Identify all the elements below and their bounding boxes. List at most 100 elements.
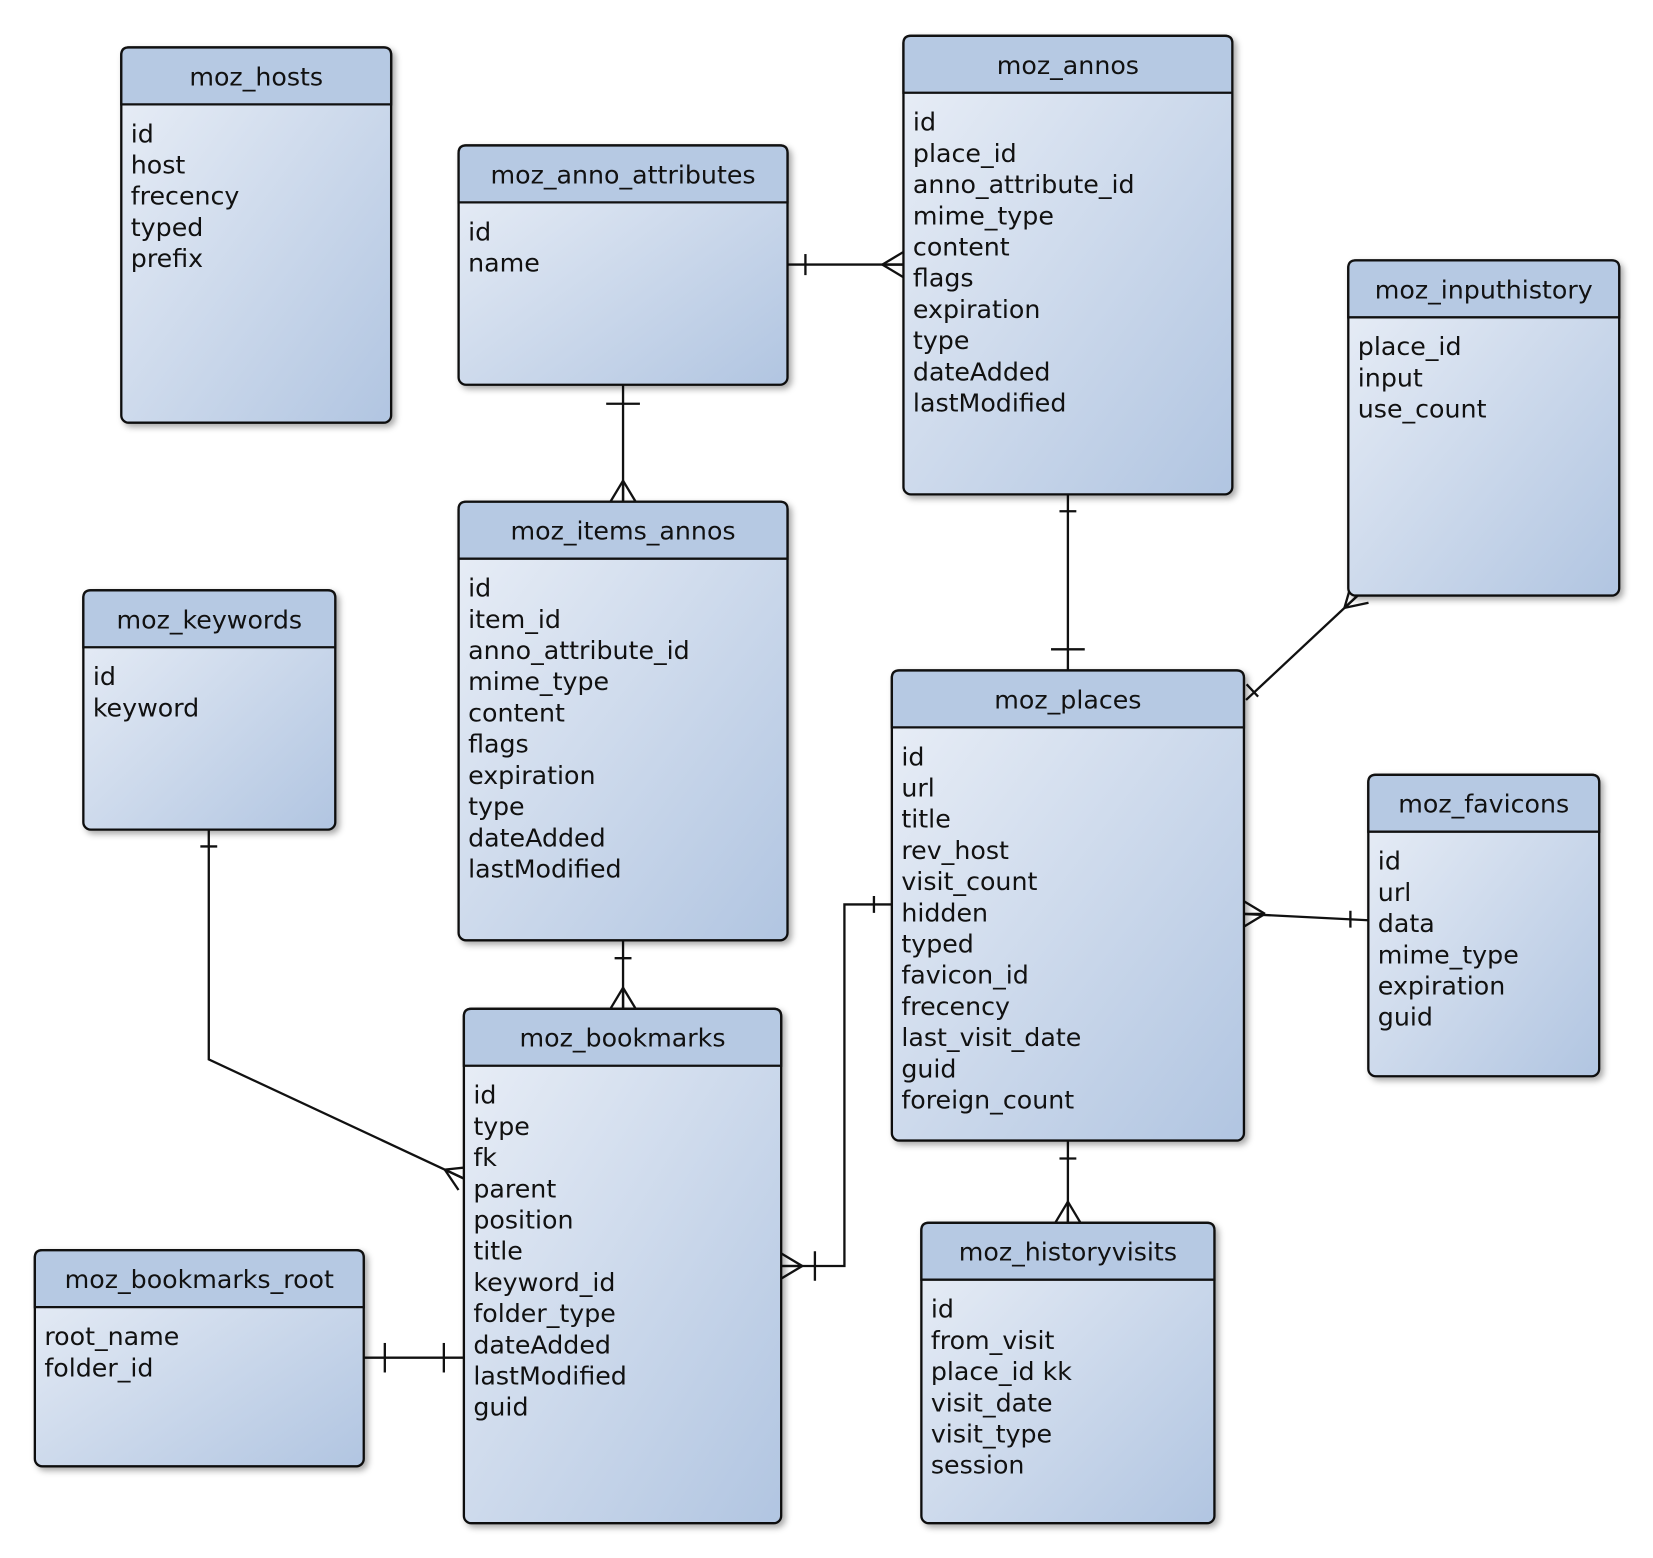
table-field: place_id — [1358, 332, 1462, 361]
table-field: name — [468, 249, 540, 278]
table-field: id — [473, 1081, 496, 1110]
table-moz-annos[interactable]: moz_annosidplace_idanno_attribute_idmime… — [902, 34, 1234, 496]
table-field: anno_attribute_id — [913, 170, 1135, 199]
table-title: moz_bookmarks_root — [65, 1265, 334, 1294]
table-field: keyword — [93, 693, 199, 722]
table-title: moz_places — [994, 685, 1141, 714]
table-field: type — [468, 792, 524, 821]
table-body — [462, 1007, 783, 1525]
table-moz-hosts[interactable]: moz_hostsid hostfrecencytypedprefix — [120, 46, 393, 424]
table-field: visit_type — [931, 1419, 1052, 1448]
table-field: folder_id — [44, 1353, 153, 1382]
table-field: content — [913, 233, 1010, 262]
table-title: moz_historyvisits — [959, 1238, 1177, 1267]
table-field: guid — [901, 1054, 956, 1083]
table-field: guid — [1378, 1003, 1433, 1032]
table-field: session — [931, 1451, 1025, 1480]
table-field: input — [1358, 363, 1423, 392]
table-title: moz_annos — [997, 51, 1139, 80]
table-moz-historyvisits[interactable]: moz_historyvisitsidfrom_visitplace_id kk… — [920, 1221, 1216, 1525]
table-field: frecency — [901, 992, 1010, 1021]
table-field: id — [931, 1295, 954, 1324]
table-field: mime_type — [468, 667, 609, 696]
cardinality-many-mark — [622, 480, 637, 503]
cardinality-many-mark — [881, 263, 905, 279]
table-title: moz_keywords — [117, 605, 303, 634]
table-moz-places[interactable]: moz_placesidurl titlerev_hostvisit_counth… — [890, 669, 1246, 1142]
table-field: title — [901, 805, 950, 834]
table-moz-anno-attributes[interactable]: moz_anno_attributesid name — [457, 144, 789, 386]
table-field: root_name — [44, 1322, 179, 1351]
table-field: lastModified — [913, 389, 1066, 418]
table-moz-keywords[interactable]: moz_keywordsidkeyword — [82, 589, 337, 831]
table-title: moz_anno_attributes — [490, 160, 755, 189]
table-field: anno_attribute_id — [468, 636, 690, 665]
table-field: host — [131, 151, 186, 180]
table-field: id — [131, 119, 154, 148]
table-field: dateAdded — [913, 357, 1051, 386]
table-field: typed — [901, 930, 974, 959]
table-field: expiration — [913, 295, 1040, 324]
table-field: id — [913, 108, 936, 137]
table-field: favicon_id — [901, 961, 1028, 990]
table-moz-items-annos[interactable]: moz_items_annosiditem_idanno_attribute_i… — [457, 500, 789, 942]
table-field: dateAdded — [468, 823, 606, 852]
table-field: title — [473, 1237, 522, 1266]
table-field: item_id — [468, 605, 561, 634]
table-field: place_id — [913, 139, 1017, 168]
table-field: from_visit — [931, 1326, 1055, 1355]
cardinality-many-mark — [780, 1252, 803, 1268]
cardinality-many-mark — [609, 480, 625, 503]
table-field: place_id kk — [931, 1357, 1072, 1386]
table-field: foreign_count — [901, 1086, 1074, 1115]
tables: moz_hostsidhostfrecencytypedprefixmoz_an… — [33, 34, 1621, 1525]
cardinality-many-mark — [1066, 1201, 1082, 1224]
table-moz-bookmarks[interactable]: moz_bookmarksidtypefkparentposition title… — [462, 1007, 783, 1525]
table-field: id — [468, 217, 491, 246]
table-field: mime_type — [1378, 940, 1519, 969]
table-field: lastModified — [468, 854, 621, 883]
table-field: flags — [468, 730, 529, 759]
cardinality-many-mark — [1243, 900, 1266, 915]
cardinality-many-mark — [780, 1265, 803, 1280]
table-field: url — [1378, 878, 1411, 907]
table-field: mime_type — [913, 201, 1054, 230]
table-field: use_count — [1358, 395, 1487, 424]
table-field: parent — [473, 1174, 556, 1203]
cardinality-many-mark — [622, 987, 637, 1010]
table-field: last_visit_date — [901, 1023, 1081, 1052]
table-moz-favicons[interactable]: moz_faviconsidurldatamime_typeexpiration… — [1367, 773, 1601, 1078]
table-field: url — [901, 773, 934, 802]
table-field: type — [473, 1112, 529, 1141]
table-field: guid — [473, 1393, 528, 1422]
table-field: position — [473, 1205, 573, 1234]
table-field: visit_count — [901, 867, 1037, 896]
cardinality-many-mark — [1054, 1201, 1069, 1224]
er-diagram: moz_hostsidhostfrecencytypedprefixmoz_an… — [33, 34, 1621, 1525]
table-field: folder_type — [473, 1299, 616, 1328]
relationship-line — [207, 829, 465, 1180]
relationship-line — [781, 903, 892, 1268]
table-field: typed — [131, 213, 204, 242]
table-field: hidden — [901, 898, 988, 927]
table-field: fk — [473, 1143, 497, 1172]
table-field: frecency — [131, 182, 240, 211]
table-field: expiration — [468, 761, 595, 790]
relationship-line — [1245, 592, 1361, 701]
table-title: moz_favicons — [1398, 790, 1569, 819]
table-field: id — [1378, 847, 1401, 876]
table-field: id — [468, 574, 491, 603]
table-field: id — [901, 742, 924, 771]
table-moz-inputhistory[interactable]: moz_inputhistory place_idinput use_count — [1347, 259, 1621, 597]
table-field: lastModified — [473, 1361, 626, 1390]
table-title: moz_items_annos — [510, 517, 735, 546]
cardinality-many-mark — [1243, 912, 1266, 928]
table-field: data — [1378, 909, 1435, 938]
cardinality-many-mark — [609, 987, 625, 1010]
table-title: moz_hosts — [189, 62, 323, 91]
table-field: content — [468, 698, 565, 727]
table-field: flags — [913, 264, 974, 293]
cardinality-many-mark — [881, 250, 905, 266]
table-moz-bookmarks-root[interactable]: moz_bookmarks_root root_namefolder_id — [33, 1249, 365, 1468]
table-field: rev_host — [901, 836, 1009, 865]
